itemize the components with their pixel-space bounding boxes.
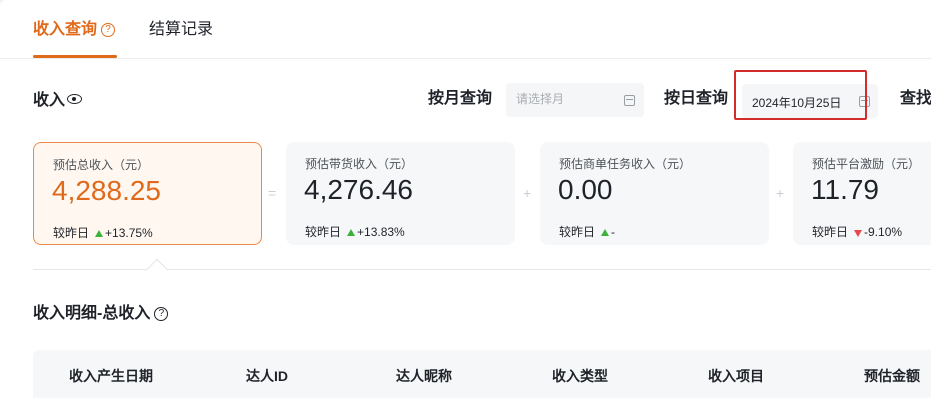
card-goods-income[interactable]: 预估带货收入（元） 4,276.46 较昨日 +13.83% <box>286 142 515 245</box>
search-button[interactable]: 查找 <box>900 89 931 109</box>
card-compare: 较昨日 +13.75% <box>53 224 153 241</box>
day-picker[interactable]: 2024年10月25日 <box>742 84 878 118</box>
equals-operator: = <box>268 185 277 201</box>
eye-icon[interactable] <box>67 94 83 104</box>
change-value: +13.75% <box>105 226 153 240</box>
card-value: 4,276.46 <box>304 174 413 205</box>
tab-income-query-label: 收入查询 <box>33 21 98 38</box>
help-icon[interactable]: ? <box>154 307 169 321</box>
column-header[interactable]: 收入产生日期 <box>69 366 153 386</box>
plus-operator: + <box>523 185 532 201</box>
card-label: 预估商单任务收入（元） <box>559 157 692 171</box>
card-compare: 较昨日 +13.83% <box>305 223 405 240</box>
calendar-icon[interactable] <box>859 96 870 107</box>
card-label: 预估平台激励（元） <box>812 157 921 171</box>
tab-income-query[interactable]: 收入查询? <box>33 19 116 41</box>
card-total-income[interactable]: 预估总收入（元） 4,288.25 较昨日 +13.75% <box>33 142 262 245</box>
month-input[interactable] <box>516 92 616 106</box>
tab-settlement-records[interactable]: 结算记录 <box>149 19 213 41</box>
calendar-icon[interactable] <box>624 95 635 106</box>
card-task-income[interactable]: 预估商单任务收入（元） 0.00 较昨日 - <box>540 142 769 245</box>
column-header[interactable]: 达人ID <box>246 366 288 386</box>
tab-bar: 收入查询? 结算记录 <box>0 0 931 59</box>
change-value: - <box>611 225 616 239</box>
plus-operator: + <box>776 185 785 201</box>
month-picker[interactable] <box>506 83 644 117</box>
compare-label: 较昨日 <box>305 225 342 239</box>
query-by-day-label: 按日查询 <box>664 90 729 107</box>
card-label: 预估带货收入（元） <box>305 157 414 171</box>
compare-label: 较昨日 <box>559 225 596 239</box>
card-value: 4,288.25 <box>52 175 161 206</box>
active-tab-indicator <box>33 55 117 58</box>
income-title-text: 收入 <box>33 92 66 109</box>
card-value: 11.79 <box>811 174 879 205</box>
card-compare: 较昨日 - <box>559 223 615 240</box>
trend-down-icon <box>854 230 863 237</box>
compare-label: 较昨日 <box>812 225 849 239</box>
selected-card-pointer <box>145 258 169 282</box>
column-header[interactable]: 收入项目 <box>708 366 764 386</box>
trend-up-icon <box>347 229 356 236</box>
card-value: 0.00 <box>558 174 613 205</box>
column-header[interactable]: 达人昵称 <box>396 366 452 386</box>
column-header[interactable]: 预估金额 <box>864 366 920 386</box>
change-value: +13.83% <box>357 225 405 239</box>
trend-up-icon <box>95 230 104 237</box>
income-page: 收入查询? 结算记录 收入 按月查询 按日查询 2024年10月25日 查找 预… <box>0 0 931 418</box>
table-header: 收入产生日期 达人ID 达人昵称 收入类型 收入项目 预估金额 <box>33 350 931 398</box>
query-by-month-label: 按月查询 <box>428 90 493 107</box>
card-compare: 较昨日 -9.10% <box>812 223 902 240</box>
detail-section-title: 收入明细-总收入? <box>33 304 169 324</box>
card-platform-incentive[interactable]: 预估平台激励（元） 11.79 较昨日 -9.10% <box>793 142 931 245</box>
column-header[interactable]: 收入类型 <box>552 366 608 386</box>
income-section-title: 收入 <box>33 91 83 111</box>
card-label: 预估总收入（元） <box>53 158 150 172</box>
change-value: -9.10% <box>864 225 903 239</box>
detail-title-text: 收入明细-总收入 <box>33 305 151 322</box>
help-icon[interactable]: ? <box>101 23 116 37</box>
compare-label: 较昨日 <box>53 226 90 240</box>
day-value: 2024年10月25日 <box>752 96 842 110</box>
trend-up-icon <box>601 229 610 236</box>
